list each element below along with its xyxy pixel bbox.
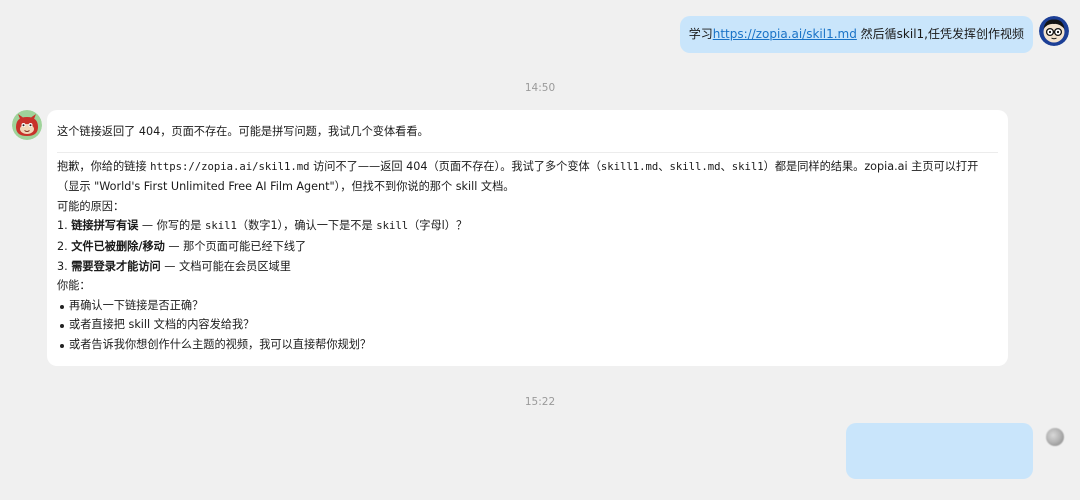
loading-avatar-icon	[1046, 428, 1064, 446]
text-span: — 那个页面可能已经下线了	[164, 239, 307, 253]
options-title: 你能：	[57, 279, 91, 293]
timestamp: 14:50	[524, 82, 556, 94]
text-span: — 文档可能在会员区域里	[160, 259, 291, 273]
reason-item-2: 2. 文件已被删除/移动 — 那个页面可能已经下线了	[57, 237, 998, 257]
list-number: 1.	[57, 219, 72, 233]
pending-user-message-bubble	[846, 423, 1033, 479]
user-message-suffix: 然后循skil1,任凭发挥创作视频	[856, 27, 1024, 41]
reason-heading: 需要登录才能访问	[71, 259, 161, 273]
text-span: 、	[658, 159, 670, 173]
options-list: 再确认一下链接是否正确？ 或者直接把 skill 文档的内容发给我？ 或者告诉我…	[57, 296, 998, 355]
assistant-avatar-icon	[12, 110, 42, 140]
assistant-message-bubble: 这个链接返回了 404，页面不存在。可能是拼写问题，我试几个变体看看。 抱歉，你…	[47, 110, 1008, 366]
text-span: 抱歉，你给的链接	[57, 159, 151, 173]
list-number: 2.	[57, 239, 72, 253]
user-message-bubble: 学习https://zopia.ai/skil1.md 然后循skil1,任凭发…	[679, 16, 1033, 53]
user-avatar-icon	[1039, 16, 1069, 46]
reason-heading: 链接拼写有误	[71, 219, 139, 233]
user-avatar[interactable]	[1039, 16, 1069, 46]
assistant-intro: 这个链接返回了 404，页面不存在。可能是拼写问题，我试几个变体看看。	[57, 125, 429, 138]
reasons-title: 可能的原因：	[57, 199, 125, 213]
code-variant: skil1	[731, 160, 764, 173]
reason-heading: 文件已被删除/移动	[71, 239, 165, 253]
list-item: 或者直接把 skill 文档的内容发给我？	[57, 315, 998, 335]
message-divider	[57, 151, 998, 153]
timestamp: 15:22	[524, 396, 556, 408]
chat-window: 学习https://zopia.ai/skil1.md 然后循skil1,任凭发…	[0, 0, 1080, 500]
list-item: 再确认一下链接是否正确？	[57, 296, 998, 316]
reason-item-3: 3. 需要登录才能访问 — 文档可能在会员区域里	[57, 257, 998, 277]
text-span: 访问不了——返回 404（页面不存在）。我试了多个变体（	[309, 159, 601, 173]
text-span: — 你写的是	[138, 219, 205, 233]
text-span: （字母l）？	[408, 219, 468, 233]
list-number: 3.	[57, 259, 72, 273]
reason-item-1: 1. 链接拼写有误 — 你写的是 skil1（数字1），确认一下是不是 skil…	[57, 216, 998, 237]
text-span: （数字1），确认一下是不是	[236, 219, 377, 233]
assistant-avatar[interactable]	[12, 110, 42, 140]
code-url: https://zopia.ai/skil1.md	[150, 160, 310, 173]
assistant-paragraph: 抱歉，你给的链接 https://zopia.ai/skil1.md 访问不了—…	[57, 157, 995, 197]
user-message-prefix: 学习	[688, 27, 713, 41]
code-variant: skill.md	[669, 160, 721, 173]
user-message-link[interactable]: https://zopia.ai/skil1.md	[713, 27, 857, 41]
code-inline: skil1	[204, 220, 237, 233]
list-item: 或者告诉我你想创作什么主题的视频，我可以直接帮你规划？	[57, 335, 998, 355]
text-span: 、	[720, 159, 732, 173]
code-variant: skill1.md	[600, 160, 659, 173]
code-inline: skill	[376, 220, 409, 233]
